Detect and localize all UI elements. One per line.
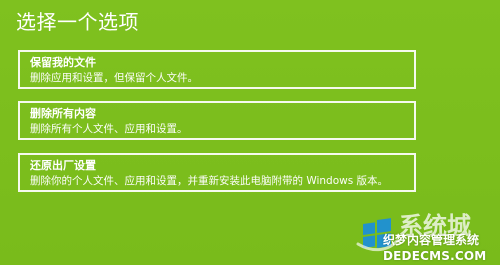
watermark-line-1: 织梦内容管理系统 xyxy=(383,233,480,247)
reset-options-page: 选择一个选项 保留我的文件 删除应用和设置，但保留个人文件。 删除所有内容 删除… xyxy=(0,0,500,265)
option-remove-everything[interactable]: 删除所有内容 删除所有个人文件、应用和设置。 xyxy=(18,101,416,140)
option-restore-factory-settings[interactable]: 还原出厂设置 删除你的个人文件、应用和设置，并重新安装此电脑附带的 Window… xyxy=(18,153,416,192)
page-title: 选择一个选项 xyxy=(16,10,139,34)
watermark: 系统城 织梦内容管理系统 DEDECMS.COM xyxy=(353,210,500,265)
watermark-brand: 系统城 xyxy=(399,212,471,240)
option-keep-my-files[interactable]: 保留我的文件 删除应用和设置，但保留个人文件。 xyxy=(18,50,416,89)
option-description: 删除所有个人文件、应用和设置。 xyxy=(30,123,188,135)
windows-logo-icon xyxy=(356,218,399,252)
option-title: 还原出厂设置 xyxy=(30,159,96,172)
watermark-line-2: DEDECMS.COM xyxy=(383,249,487,263)
option-title: 保留我的文件 xyxy=(30,56,96,69)
option-description: 删除你的个人文件、应用和设置，并重新安装此电脑附带的 Windows 版本。 xyxy=(30,175,389,187)
option-description: 删除应用和设置，但保留个人文件。 xyxy=(30,72,198,84)
option-title: 删除所有内容 xyxy=(30,107,96,120)
